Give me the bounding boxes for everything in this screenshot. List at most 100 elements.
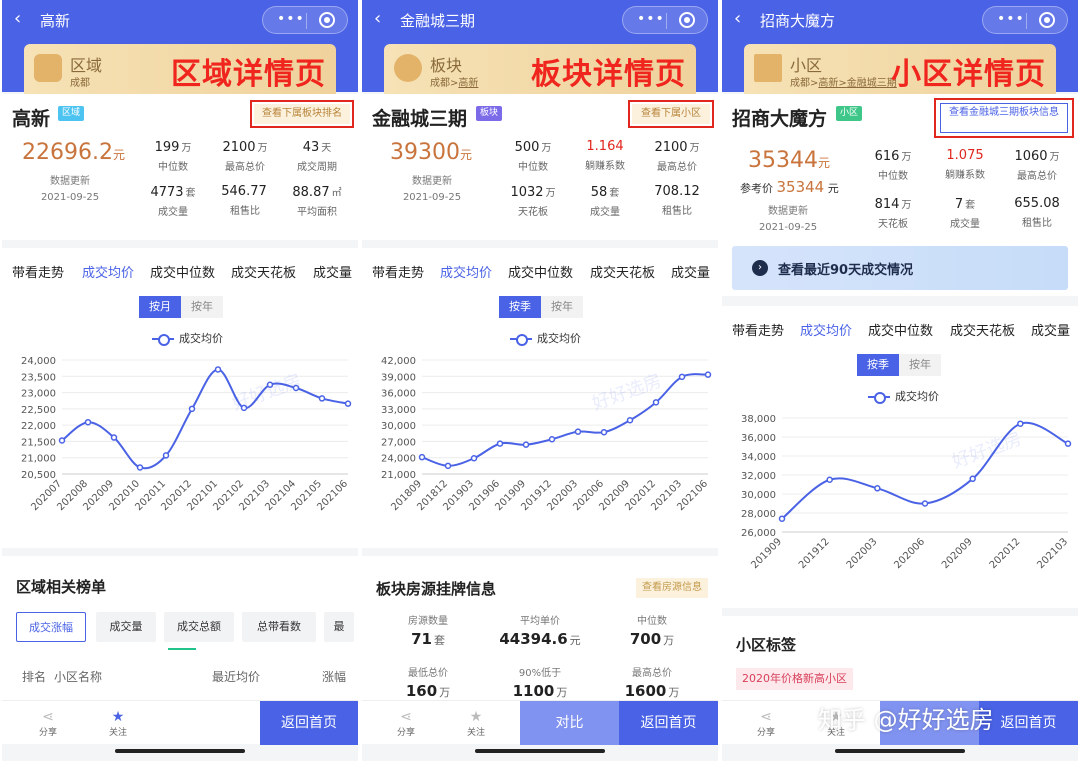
data-point[interactable] — [444, 462, 452, 470]
data-point[interactable] — [778, 515, 786, 522]
toggle-year[interactable]: 按年 — [181, 296, 223, 318]
share-button[interactable]: ⋖ 分享 — [386, 709, 426, 738]
data-point[interactable] — [652, 399, 660, 406]
tab-median[interactable]: 成交中位数 — [868, 320, 933, 339]
sub-community-link[interactable]: 查看下属小区 — [632, 104, 710, 124]
data-point[interactable] — [344, 400, 352, 407]
home-indicator — [115, 749, 245, 753]
listing-stat: 房源数量 71 套 — [408, 616, 448, 648]
line-chart: 20,500 21,000 21,500 22,000 22,500 23,000 23,5… — [21, 356, 352, 513]
pill-volume[interactable]: 成交量 — [96, 612, 156, 642]
data-point[interactable] — [548, 436, 556, 443]
pill-more[interactable]: 最 — [324, 612, 354, 642]
type-tag: 区域 — [58, 106, 85, 121]
back-arrow-icon[interactable]: ‹ — [374, 8, 381, 29]
pill-rise[interactable]: 成交涨幅 — [16, 612, 86, 642]
pill-viewings[interactable]: 总带看数 — [242, 612, 316, 642]
tab-volume[interactable]: 成交量 — [671, 262, 710, 281]
tab-median[interactable]: 成交中位数 — [150, 262, 215, 281]
tab-ceiling[interactable]: 成交天花板 — [231, 262, 296, 281]
data-point[interactable] — [921, 500, 929, 507]
tab-avg-price[interactable]: 成交均价 — [800, 320, 852, 339]
data-point[interactable] — [188, 405, 196, 413]
toggle-quarter[interactable]: 按季 — [857, 354, 899, 376]
nav-title: 金融城三期 — [400, 12, 476, 30]
data-point[interactable] — [874, 485, 881, 492]
sub-plate-rank-link[interactable]: 查看下属板块排名 — [254, 104, 350, 124]
summary-card: 高新 区域 查看下属板块排名 22696.2元 数据更新 2021-09-25 1… — [2, 94, 358, 240]
toggle-quarter[interactable]: 按季 — [499, 296, 541, 318]
more-icon[interactable]: ••• — [277, 11, 305, 27]
data-point[interactable] — [496, 440, 504, 447]
plate-info-link[interactable]: 查看金融城三期板块信息 — [940, 103, 1068, 133]
path-link[interactable]: 金融城三期 — [847, 78, 897, 89]
y-tick-label: 36,000 — [741, 433, 776, 444]
home-button[interactable]: 返回首页 — [260, 701, 358, 745]
y-tick-label: 39,000 — [381, 372, 416, 383]
follow-button[interactable]: ★ 关注 — [98, 709, 138, 738]
page-watermark: 知乎 @好好选房 — [818, 706, 994, 734]
data-point[interactable] — [826, 476, 833, 483]
path-link[interactable]: 高新> — [818, 78, 846, 89]
data-point[interactable] — [214, 366, 222, 373]
tab-avg-price[interactable]: 成交均价 — [82, 262, 134, 281]
home-button[interactable]: 返回首页 — [619, 701, 718, 745]
data-point[interactable] — [58, 437, 66, 444]
data-point[interactable] — [418, 453, 426, 461]
data-point[interactable] — [318, 395, 326, 402]
toggle-month[interactable]: 按月 — [139, 296, 181, 318]
tab-volume[interactable]: 成交量 — [313, 262, 352, 281]
follow-button[interactable]: ★ 关注 — [456, 709, 496, 738]
pill-total[interactable]: 成交总额 — [164, 612, 234, 642]
toggle-year[interactable]: 按年 — [899, 354, 941, 376]
data-point[interactable] — [704, 371, 712, 378]
back-arrow-icon[interactable]: ‹ — [734, 8, 741, 29]
stat-volume: 4773 套成交量 — [150, 185, 196, 218]
banner-headline: 板块详情页 — [531, 57, 686, 92]
tab-ceiling[interactable]: 成交天花板 — [590, 262, 655, 281]
data-point[interactable] — [84, 418, 92, 426]
stat-median: 616 万中位数 — [874, 149, 912, 182]
close-target-icon[interactable] — [1039, 12, 1055, 28]
close-target-icon[interactable] — [319, 12, 335, 28]
share-button[interactable]: ⋖ 分享 — [28, 709, 68, 738]
star-icon: ★ — [469, 709, 483, 725]
community-tag: 2020年价格新高小区 — [736, 668, 853, 690]
data-point[interactable] — [626, 417, 634, 424]
share-button[interactable]: ⋖ 分享 — [746, 709, 786, 738]
data-point[interactable] — [1017, 420, 1024, 427]
back-arrow-icon[interactable]: ‹ — [14, 8, 21, 29]
tab-viewing-trend[interactable]: 带看走势 — [732, 320, 784, 339]
data-point[interactable] — [522, 441, 530, 448]
data-point[interactable] — [110, 434, 118, 441]
tab-viewing-trend[interactable]: 带看走势 — [372, 262, 424, 281]
data-point[interactable] — [162, 452, 170, 459]
more-icon[interactable]: ••• — [997, 11, 1025, 27]
data-point[interactable] — [574, 428, 582, 435]
data-point[interactable] — [1064, 440, 1072, 447]
data-point[interactable] — [678, 373, 686, 381]
toggle-year[interactable]: 按年 — [541, 296, 583, 318]
tab-median[interactable]: 成交中位数 — [508, 262, 573, 281]
banner-kind: 区域 — [70, 56, 103, 75]
close-target-icon[interactable] — [679, 12, 695, 28]
tab-ceiling[interactable]: 成交天花板 — [950, 320, 1015, 339]
data-point[interactable] — [969, 475, 976, 483]
stat-volume: 7 套成交量 — [950, 197, 980, 230]
tab-volume[interactable]: 成交量 — [1031, 320, 1070, 339]
listing-link[interactable]: 查看房源信息 — [636, 578, 708, 598]
more-icon[interactable]: ••• — [637, 11, 665, 27]
chart-legend: 成交均价 — [152, 330, 223, 346]
chart-legend: 成交均价 — [510, 330, 581, 346]
tab-viewing-trend[interactable]: 带看走势 — [12, 262, 64, 281]
data-point[interactable] — [470, 455, 478, 462]
compare-button[interactable]: 对比 — [520, 701, 619, 745]
data-point[interactable] — [600, 428, 608, 436]
path-link[interactable]: 高新 — [458, 78, 478, 89]
entity-name: 高新 — [12, 108, 51, 130]
tab-avg-price[interactable]: 成交均价 — [440, 262, 492, 281]
recent-deals-banner[interactable]: › 查看最近90天成交情况 — [732, 246, 1068, 290]
data-point[interactable] — [136, 464, 144, 471]
period-toggle: 按季 按年 — [857, 354, 941, 376]
y-tick-label: 23,000 — [21, 389, 56, 400]
